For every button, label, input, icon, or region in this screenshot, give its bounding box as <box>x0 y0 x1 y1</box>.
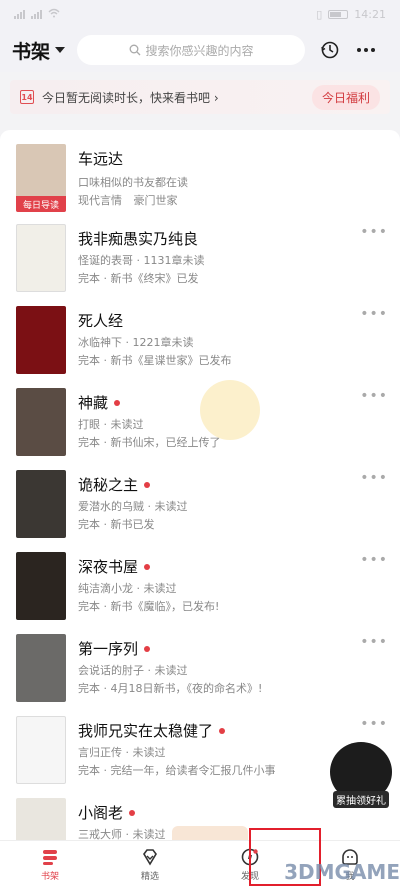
book-cover[interactable] <box>16 224 66 292</box>
page-title: 书架 <box>12 40 51 63</box>
genre-tag: 现代言情 <box>78 194 122 207</box>
book-item[interactable]: 我非痴愚实乃纯良 怪诞的表哥 · 1131章未读 完本 · 新书《终宋》已发 •… <box>0 222 400 304</box>
book-item[interactable]: 神藏 打眼 · 未读过 完本 · 新书仙宋，已经上传了 ••• <box>0 386 400 468</box>
book-subtitle: 口味相似的书友都在读 <box>78 176 188 189</box>
status-right: ▯ 14:21 <box>316 8 386 21</box>
history-button[interactable] <box>319 39 341 61</box>
mascot-decoration <box>200 380 260 440</box>
calendar-icon: 14 <box>20 90 34 104</box>
nav-label: 发现 <box>240 872 259 882</box>
book-cover[interactable] <box>16 634 66 702</box>
more-button[interactable] <box>355 39 377 61</box>
header: 书架 搜索你感兴趣的内容 <box>0 28 400 72</box>
reading-banner[interactable]: 14 今日暂无阅读时长，快来看书吧 › 今日福利 <box>10 80 390 114</box>
book-title: 我非痴愚实乃纯良 <box>78 230 199 248</box>
daily-welfare-button[interactable]: 今日福利 <box>311 84 380 110</box>
unread-dot <box>114 399 121 406</box>
book-genres: 现代言情 豪门世家 <box>78 192 186 208</box>
vibrate-icon: ▯ <box>316 7 323 21</box>
book-progress: 打眼 · 未读过 <box>78 418 144 431</box>
unread-dot <box>144 563 151 570</box>
signal-icon <box>14 9 25 19</box>
status-bar: ▯ 14:21 <box>0 0 400 28</box>
status-time: 14:21 <box>354 7 386 21</box>
book-title: 深夜书屋 <box>78 556 151 577</box>
bookshelf-icon <box>43 850 57 865</box>
book-status: 完本 · 新书《星谍世家》已发布 <box>78 354 232 367</box>
caret-down-icon <box>55 47 66 53</box>
search-input[interactable]: 搜索你感兴趣的内容 <box>77 35 306 65</box>
more-options-icon[interactable]: ••• <box>360 552 388 568</box>
book-cover[interactable] <box>16 716 66 784</box>
lottery-promo[interactable]: 累抽领好礼 <box>330 742 392 808</box>
search-placeholder: 搜索你感兴趣的内容 <box>145 43 254 58</box>
book-title: 车远达 <box>78 150 124 168</box>
history-icon <box>321 41 339 59</box>
unread-dot <box>144 481 151 488</box>
book-title: 第一序列 <box>78 638 151 659</box>
wifi-icon <box>48 8 60 21</box>
unread-dot <box>129 809 136 816</box>
more-options-icon[interactable]: ••• <box>360 306 388 322</box>
book-title: 诡秘之主 <box>78 474 151 495</box>
book-status: 完本 · 新书《魔临》，已发布! <box>78 600 220 613</box>
book-progress: 怪诞的表哥 · 1131章未读 <box>78 254 205 267</box>
book-progress: 三戒大师 · 未读过 <box>78 828 166 840</box>
book-status: 完本 · 完结一年，给读者令汇报几件小事 <box>78 764 276 777</box>
daily-tag: 每日导读 <box>16 196 66 212</box>
diamond-icon <box>143 849 157 866</box>
more-icon <box>357 48 376 52</box>
lottery-promo-label: 累抽领好礼 <box>333 791 389 808</box>
book-progress: 爱潜水的乌贼 · 未读过 <box>78 500 188 513</box>
book-progress: 言归正传 · 未读过 <box>78 746 166 759</box>
book-status: 完本 · 4月18日新书，《夜的命名术》! <box>78 682 263 695</box>
compass-icon <box>241 848 259 866</box>
book-title: 小阁老 <box>78 802 136 823</box>
search-icon <box>129 44 140 56</box>
book-progress: 纯洁滴小龙 · 未读过 <box>78 582 177 595</box>
book-cover[interactable] <box>16 470 66 538</box>
battery-icon <box>328 9 349 19</box>
more-options-icon[interactable]: ••• <box>360 634 388 650</box>
book-list: 每日导读 车远达 口味相似的书友都在读 现代言情 豪门世家 我非痴愚实乃纯良 怪… <box>0 130 400 840</box>
more-options-icon[interactable]: ••• <box>360 388 388 404</box>
more-options-icon[interactable]: ••• <box>360 224 388 240</box>
book-item[interactable]: 第一序列 会说话的肘子 · 未读过 完本 · 4月18日新书，《夜的命名术》! … <box>0 632 400 714</box>
signal2-icon <box>31 9 42 19</box>
book-progress: 会说话的肘子 · 未读过 <box>78 664 188 677</box>
nav-label: 书架 <box>40 872 59 882</box>
book-title: 神藏 <box>78 392 121 413</box>
nav-label: 精选 <box>140 872 159 882</box>
book-cover[interactable] <box>16 306 66 374</box>
book-item[interactable]: 诡秘之主 爱潜水的乌贼 · 未读过 完本 · 新书已发 ••• <box>0 468 400 550</box>
more-options-icon[interactable]: ••• <box>360 716 388 732</box>
bookshelf-title-dropdown[interactable]: 书架 <box>12 37 66 64</box>
status-left <box>14 8 60 21</box>
book-title: 我师兄实在太稳健了 <box>78 720 226 741</box>
more-options-icon[interactable]: ••• <box>360 470 388 486</box>
genre-tag: 豪门世家 <box>133 194 178 207</box>
book-item[interactable]: 每日导读 车远达 口味相似的书友都在读 现代言情 豪门世家 <box>0 142 400 222</box>
book-item[interactable]: 死人经 冰临神下 · 1221章未读 完本 · 新书《星谍世家》已发布 ••• <box>0 304 400 386</box>
book-cover[interactable]: 每日导读 <box>16 144 66 212</box>
book-progress: 冰临神下 · 1221章未读 <box>78 336 194 349</box>
book-title: 死人经 <box>78 312 124 330</box>
book-status: 完本 · 新书仙宋，已经上传了 <box>78 436 221 449</box>
watermark-logo: 3DMGAME <box>284 860 400 884</box>
book-cover[interactable] <box>16 798 66 840</box>
book-cover[interactable] <box>16 388 66 456</box>
book-status: 完本 · 新书《终宋》已发 <box>78 272 199 285</box>
unread-dot <box>219 727 226 734</box>
banner-text: 今日暂无阅读时长，快来看书吧 › <box>42 90 219 105</box>
nav-featured[interactable]: 精选 <box>100 841 200 888</box>
unread-dot <box>144 645 151 652</box>
book-item[interactable]: 深夜书屋 纯洁滴小龙 · 未读过 完本 · 新书《魔临》，已发布! ••• <box>0 550 400 632</box>
book-status: 完本 · 新书已发 <box>78 518 155 531</box>
nav-bookshelf[interactable]: 书架 <box>0 841 100 888</box>
book-cover[interactable] <box>16 552 66 620</box>
